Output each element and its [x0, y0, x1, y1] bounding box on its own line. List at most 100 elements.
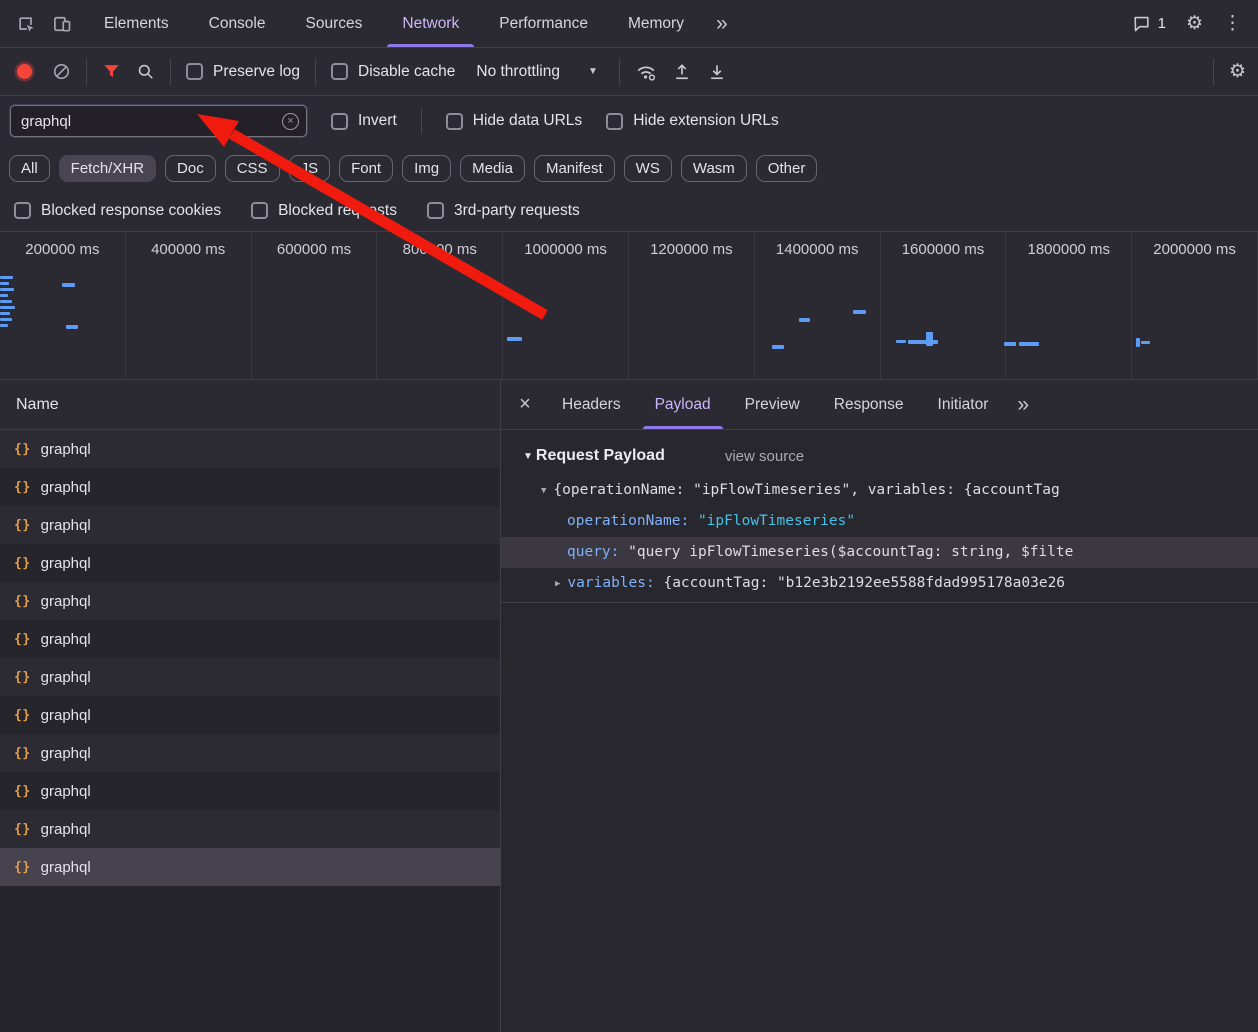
tab-console[interactable]: Console — [189, 0, 286, 47]
chip-other[interactable]: Other — [756, 155, 818, 182]
filter-input[interactable] — [21, 113, 282, 130]
chip-img[interactable]: Img — [402, 155, 451, 182]
request-row[interactable]: {}graphql — [0, 468, 500, 506]
waterfall-bar[interactable] — [0, 288, 14, 291]
request-row[interactable]: {}graphql — [0, 620, 500, 658]
chip-css[interactable]: CSS — [225, 155, 280, 182]
waterfall-bar[interactable] — [0, 276, 13, 279]
waterfall-bar[interactable] — [66, 325, 78, 329]
chip-all[interactable]: All — [9, 155, 50, 182]
request-row[interactable]: {}graphql — [0, 658, 500, 696]
tab-sources[interactable]: Sources — [286, 0, 383, 47]
chip-manifest[interactable]: Manifest — [534, 155, 615, 182]
more-panels-icon[interactable]: » — [704, 0, 740, 47]
settings-gear-icon[interactable]: ⚙ — [1186, 12, 1203, 35]
payload-variables-line[interactable]: ▶variables: {accountTag: "b12e3b2192ee55… — [501, 568, 1258, 599]
import-har-icon[interactable] — [672, 62, 692, 82]
third-party-requests-checkbox[interactable]: 3rd-party requests — [427, 202, 580, 220]
request-row[interactable]: {}graphql — [0, 430, 500, 468]
waterfall-bar[interactable] — [1136, 338, 1140, 347]
network-conditions-icon[interactable] — [635, 61, 657, 83]
blocked-requests-checkbox[interactable]: Blocked requests — [251, 202, 397, 220]
waterfall-bar[interactable] — [0, 294, 8, 297]
network-overview-timeline[interactable]: 200000 ms 400000 ms 600000 ms 800000 ms … — [0, 232, 1258, 380]
hide-extension-urls-checkbox[interactable]: Hide extension URLs — [606, 112, 779, 130]
waterfall-bar[interactable] — [772, 345, 784, 349]
inspect-element-icon[interactable] — [16, 14, 36, 34]
invert-checkbox[interactable]: Invert — [331, 112, 397, 130]
details-tab-response[interactable]: Response — [817, 380, 921, 429]
details-tab-preview[interactable]: Preview — [728, 380, 817, 429]
waterfall-bar[interactable] — [1141, 341, 1150, 344]
waterfall-bar[interactable] — [0, 282, 9, 285]
waterfall-bar[interactable] — [507, 337, 522, 341]
tab-network[interactable]: Network — [382, 0, 479, 47]
export-har-icon[interactable] — [707, 62, 727, 82]
tab-elements[interactable]: Elements — [84, 0, 189, 47]
chip-media[interactable]: Media — [460, 155, 525, 182]
clear-network-log-icon[interactable] — [52, 62, 71, 81]
details-tab-headers[interactable]: Headers — [545, 380, 638, 429]
payload-operation-name-line[interactable]: operationName: "ipFlowTimeseries" — [501, 506, 1258, 537]
request-row[interactable]: {}graphql — [0, 734, 500, 772]
view-source-link[interactable]: view source — [725, 448, 804, 465]
device-toolbar-icon[interactable] — [52, 14, 72, 34]
kebab-menu-icon[interactable]: ⋮ — [1223, 12, 1242, 35]
chip-fetch-xhr[interactable]: Fetch/XHR — [59, 155, 156, 182]
waterfall-bar[interactable] — [62, 283, 75, 287]
checkbox-icon — [186, 63, 203, 80]
name-column-header[interactable]: Name — [0, 380, 500, 430]
filter-row: × Invert Hide data URLs Hide extension U… — [0, 96, 1258, 146]
collapse-triangle-icon[interactable]: ▼ — [523, 451, 533, 462]
blocked-response-cookies-checkbox[interactable]: Blocked response cookies — [14, 202, 221, 220]
preserve-log-checkbox[interactable]: Preserve log — [186, 63, 300, 81]
chip-wasm[interactable]: Wasm — [681, 155, 747, 182]
waterfall-bar[interactable] — [896, 340, 906, 343]
request-row[interactable]: {}graphql — [0, 582, 500, 620]
hide-data-urls-checkbox[interactable]: Hide data URLs — [446, 112, 582, 130]
request-row[interactable]: {}graphql — [0, 810, 500, 848]
tab-memory[interactable]: Memory — [608, 0, 704, 47]
chip-ws[interactable]: WS — [624, 155, 672, 182]
details-tab-initiator[interactable]: Initiator — [921, 380, 1006, 429]
waterfall-bar[interactable] — [853, 310, 866, 314]
waterfall-bar[interactable] — [1019, 342, 1039, 346]
third-party-requests-label: 3rd-party requests — [454, 202, 580, 220]
network-settings-gear-icon[interactable]: ⚙ — [1229, 60, 1246, 83]
payload-summary-line[interactable]: ▼{operationName: "ipFlowTimeseries", var… — [501, 475, 1258, 506]
request-row-selected[interactable]: {}graphql — [0, 848, 500, 886]
console-messages-button[interactable]: 1 — [1132, 14, 1166, 33]
close-details-icon[interactable]: × — [505, 380, 545, 429]
waterfall-bar[interactable] — [0, 306, 15, 309]
waterfall-bar[interactable] — [926, 332, 933, 346]
tab-performance[interactable]: Performance — [479, 0, 608, 47]
divider — [170, 59, 171, 85]
chip-font[interactable]: Font — [339, 155, 393, 182]
chip-doc[interactable]: Doc — [165, 155, 216, 182]
waterfall-bar[interactable] — [799, 318, 810, 322]
waterfall-bar[interactable] — [1004, 342, 1016, 346]
throttling-dropdown[interactable]: No throttling ▼ — [470, 63, 603, 81]
waterfall-bar[interactable] — [0, 324, 8, 327]
divider — [315, 59, 316, 85]
request-row[interactable]: {}graphql — [0, 506, 500, 544]
payload-query-line[interactable]: query: "query ipFlowTimeseries($accountT… — [501, 537, 1258, 568]
disable-cache-checkbox[interactable]: Disable cache — [331, 63, 455, 81]
record-network-log-button[interactable] — [17, 64, 32, 79]
waterfall-bar[interactable] — [0, 300, 12, 303]
details-tab-payload[interactable]: Payload — [638, 380, 728, 429]
request-row[interactable]: {}graphql — [0, 544, 500, 582]
waterfall-bar[interactable] — [0, 312, 10, 315]
request-row[interactable]: {}graphql — [0, 696, 500, 734]
more-details-tabs-icon[interactable]: » — [1005, 380, 1041, 429]
tree-expanded-icon[interactable]: ▼ — [541, 476, 546, 506]
request-row[interactable]: {}graphql — [0, 772, 500, 810]
clear-filter-icon[interactable]: × — [282, 113, 299, 130]
waterfall-bar[interactable] — [0, 318, 12, 321]
filter-funnel-icon[interactable] — [102, 62, 121, 81]
chip-js[interactable]: JS — [289, 155, 331, 182]
tree-collapsed-icon[interactable]: ▶ — [555, 569, 560, 599]
waterfall-bar[interactable] — [908, 340, 938, 344]
search-icon[interactable] — [136, 62, 155, 81]
checkbox-icon — [446, 113, 463, 130]
